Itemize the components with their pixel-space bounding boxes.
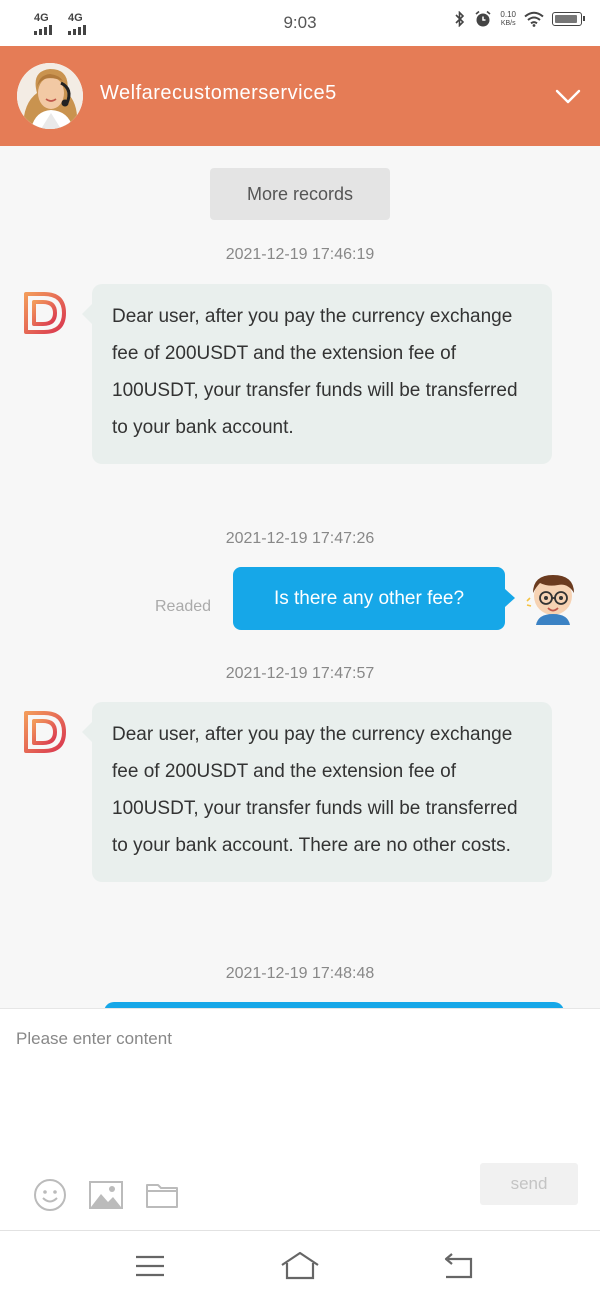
chat-title: Welfarecustomerservice5 xyxy=(100,82,337,104)
image-icon[interactable] xyxy=(88,1177,124,1213)
read-status: Readed xyxy=(155,598,212,615)
back-icon[interactable] xyxy=(438,1249,478,1283)
chat-header: Welfarecustomerservice5 xyxy=(0,46,600,146)
emoji-icon[interactable] xyxy=(32,1177,68,1213)
bluetooth-icon xyxy=(455,11,465,27)
send-button[interactable]: send xyxy=(480,1163,578,1205)
folder-icon[interactable] xyxy=(144,1177,180,1213)
status-icons: 0.10 KB/s xyxy=(454,10,585,28)
message-timestamp: 2021-12-19 17:47:26 xyxy=(225,530,375,547)
battery-icon xyxy=(552,12,585,26)
net-speed-unit: KB/s xyxy=(500,20,516,27)
service-logo-icon xyxy=(24,711,66,753)
menu-icon[interactable] xyxy=(130,1249,170,1283)
message-input[interactable] xyxy=(16,1029,584,1159)
home-icon[interactable] xyxy=(280,1249,320,1283)
more-records-button[interactable]: More records xyxy=(210,168,390,220)
user-avatar[interactable] xyxy=(524,569,580,625)
alarm-icon xyxy=(475,10,491,27)
composer: send xyxy=(0,1008,600,1230)
net-speed: 0.10 KB/s xyxy=(500,10,516,28)
status-bar: 4G 4G 9:03 0.10 KB/s xyxy=(0,0,600,46)
agent-message-bubble: Dear user, after you pay the currency ex… xyxy=(82,702,552,882)
message-timestamp: 2021-12-19 17:46:19 xyxy=(225,246,375,263)
net-speed-value: 0.10 xyxy=(500,10,516,19)
service-logo-icon xyxy=(24,292,66,334)
system-nav-bar xyxy=(0,1230,600,1300)
agent-message-bubble: Dear user, after you pay the currency ex… xyxy=(82,284,552,464)
agent-avatar[interactable] xyxy=(17,63,83,129)
agent-photo xyxy=(17,63,83,129)
message-timestamp: 2021-12-19 17:47:57 xyxy=(225,665,375,682)
message-list[interactable]: More records 2021-12-19 17:46:19 Dear us… xyxy=(0,146,600,1008)
chevron-down-icon[interactable] xyxy=(554,82,582,110)
wifi-icon xyxy=(524,11,544,27)
user-message-bubble: Is there any other fee? xyxy=(233,567,515,630)
message-timestamp: 2021-12-19 17:48:48 xyxy=(225,965,375,982)
